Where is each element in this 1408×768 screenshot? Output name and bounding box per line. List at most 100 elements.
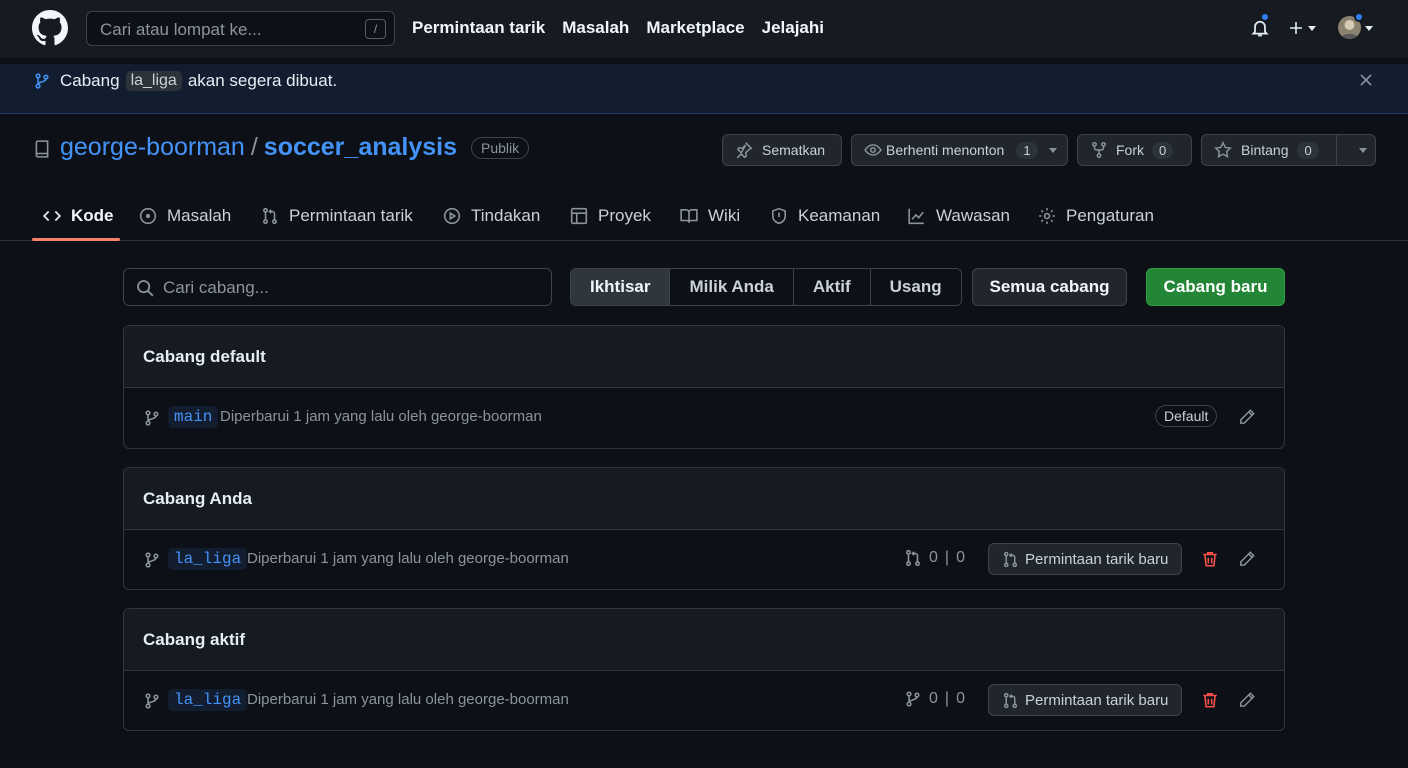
- ahead-behind-count: 0 | 0: [904, 549, 965, 567]
- repo-tabs: Kode Masalah Permintaan tarik Tindakan P…: [0, 192, 1408, 241]
- active-tab-indicator: [32, 238, 120, 241]
- behind-count: 0: [929, 690, 938, 707]
- git-pull-request-icon: [906, 549, 920, 567]
- user-menu[interactable]: [1338, 12, 1374, 39]
- ahead-behind-count: 0 | 0: [904, 690, 965, 708]
- branch-updated-meta: Diperbarui 1 jam yang lalu oleh george-b…: [220, 408, 542, 425]
- global-search-placeholder: Cari atau lompat ke...: [100, 20, 262, 39]
- git-pull-request-icon: [263, 207, 277, 225]
- nav-issues[interactable]: Masalah: [562, 18, 629, 38]
- watch-count: 1: [1016, 141, 1038, 159]
- tab-projects-label: Proyek: [598, 206, 651, 225]
- git-branch-icon: [33, 72, 51, 90]
- new-pull-request-button[interactable]: Permintaan tarik baru: [988, 543, 1183, 575]
- new-pull-request-label: Permintaan tarik baru: [1025, 691, 1169, 709]
- git-pull-request-icon: [1003, 551, 1018, 567]
- fork-label: Fork: [1116, 142, 1144, 158]
- tab-pull-requests-label: Permintaan tarik: [289, 206, 413, 225]
- nav-marketplace[interactable]: Marketplace: [646, 18, 744, 38]
- search-shortcut-key: /: [365, 19, 386, 39]
- trash-icon[interactable]: [1201, 691, 1219, 709]
- tab-actions[interactable]: Tindakan: [443, 192, 540, 240]
- fork-button[interactable]: Fork 0: [1077, 134, 1192, 166]
- star-count: 0: [1297, 141, 1319, 159]
- default-label: Default: [1155, 405, 1218, 427]
- notification-dot: [1260, 12, 1270, 22]
- notifications-bell-icon[interactable]: [1250, 12, 1270, 38]
- global-nav: Permintaan tarik Masalah Marketplace Jel…: [412, 18, 824, 38]
- code-icon: [43, 210, 61, 222]
- behind-count: 0: [929, 549, 938, 566]
- issue-opened-icon: [139, 207, 157, 225]
- flash-banner: Cabang la_liga akan segera dibuat.: [0, 64, 1408, 114]
- flash-branch-name: la_liga: [125, 71, 182, 91]
- new-pull-request-label: Permintaan tarik baru: [1025, 550, 1169, 568]
- unwatch-button[interactable]: Berhenti menonton 1: [851, 134, 1068, 166]
- tab-security[interactable]: Keamanan: [770, 192, 880, 240]
- plus-icon: [1290, 22, 1302, 34]
- caret-down-icon: [1048, 148, 1057, 153]
- nav-explore[interactable]: Jelajahi: [762, 18, 824, 38]
- section-title: Cabang Anda: [124, 468, 1284, 530]
- all-branches-button[interactable]: Semua cabang: [972, 268, 1127, 306]
- nav-pull-requests[interactable]: Permintaan tarik: [412, 18, 545, 38]
- segment-overview[interactable]: Ikhtisar: [571, 269, 671, 305]
- segment-active[interactable]: Aktif: [793, 269, 871, 305]
- tab-issues[interactable]: Masalah: [139, 192, 231, 240]
- ahead-count: 0: [956, 549, 965, 566]
- pin-button[interactable]: Sematkan: [722, 134, 842, 166]
- pin-icon: [736, 142, 753, 159]
- new-branch-button[interactable]: Cabang baru: [1146, 268, 1285, 306]
- tab-issues-label: Masalah: [167, 206, 232, 225]
- pencil-icon[interactable]: [1238, 691, 1256, 709]
- branch-name-link[interactable]: main: [168, 406, 219, 428]
- branch-name-link[interactable]: la_liga: [168, 548, 248, 570]
- tab-projects[interactable]: Proyek: [570, 192, 651, 240]
- visibility-badge: Publik: [471, 136, 530, 159]
- tab-insights[interactable]: Wawasan: [907, 192, 1010, 240]
- new-pull-request-button[interactable]: Permintaan tarik baru: [988, 684, 1183, 716]
- caret-down-icon: [1365, 25, 1373, 31]
- active-branches-section: Cabang aktif la_liga Diperbarui 1 jam ya…: [123, 608, 1285, 731]
- tab-settings[interactable]: Pengaturan: [1038, 192, 1154, 240]
- branch-search-placeholder: Cari cabang...: [163, 278, 269, 297]
- github-logo-icon[interactable]: [32, 10, 68, 46]
- flash-suffix: akan segera dibuat.: [187, 71, 338, 90]
- button-divider: [1335, 135, 1337, 165]
- star-button[interactable]: Bintang 0: [1201, 134, 1376, 166]
- repo-icon: [33, 140, 51, 158]
- branch-name-link[interactable]: la_liga: [168, 689, 248, 711]
- trash-icon[interactable]: [1201, 550, 1219, 568]
- graph-icon: [908, 208, 924, 225]
- branch-row: la_liga Diperbarui 1 jam yang lalu oleh …: [124, 530, 1284, 589]
- count-divider: |: [944, 690, 950, 707]
- repo-owner-link[interactable]: george-boorman: [60, 133, 245, 162]
- git-pull-request-icon: [1003, 692, 1018, 708]
- section-title: Cabang aktif: [124, 609, 1284, 671]
- branch-filter-segmented-control: Ikhtisar Milik Anda Aktif Usang: [570, 268, 962, 306]
- gear-icon: [1039, 208, 1055, 224]
- create-new-dropdown[interactable]: [1288, 20, 1317, 36]
- pencil-icon[interactable]: [1238, 550, 1256, 568]
- caret-down-icon[interactable]: [1358, 145, 1368, 155]
- git-branch-icon: [145, 693, 159, 709]
- segment-yours[interactable]: Milik Anda: [670, 269, 794, 305]
- tab-settings-label: Pengaturan: [1066, 206, 1154, 225]
- close-icon[interactable]: [1359, 73, 1373, 87]
- tab-code[interactable]: Kode: [43, 192, 114, 240]
- branch-search-input[interactable]: Cari cabang...: [123, 268, 552, 306]
- repo-name-link[interactable]: soccer_analysis: [264, 133, 457, 162]
- segment-stale[interactable]: Usang: [870, 269, 961, 305]
- tab-security-label: Keamanan: [798, 206, 881, 225]
- tab-wiki-label: Wiki: [708, 206, 741, 225]
- branch-row: la_liga Diperbarui 1 jam yang lalu oleh …: [124, 671, 1284, 730]
- star-label: Bintang: [1241, 142, 1289, 158]
- tab-wiki[interactable]: Wiki: [680, 192, 740, 240]
- git-branch-icon: [906, 691, 920, 707]
- global-search-input[interactable]: Cari atau lompat ke... /: [86, 11, 395, 46]
- repo-separator: /: [250, 133, 258, 161]
- tab-actions-label: Tindakan: [471, 206, 541, 225]
- tab-pull-requests[interactable]: Permintaan tarik: [261, 192, 413, 240]
- branch-updated-meta: Diperbarui 1 jam yang lalu oleh george-b…: [247, 550, 569, 567]
- pencil-icon[interactable]: [1238, 408, 1256, 426]
